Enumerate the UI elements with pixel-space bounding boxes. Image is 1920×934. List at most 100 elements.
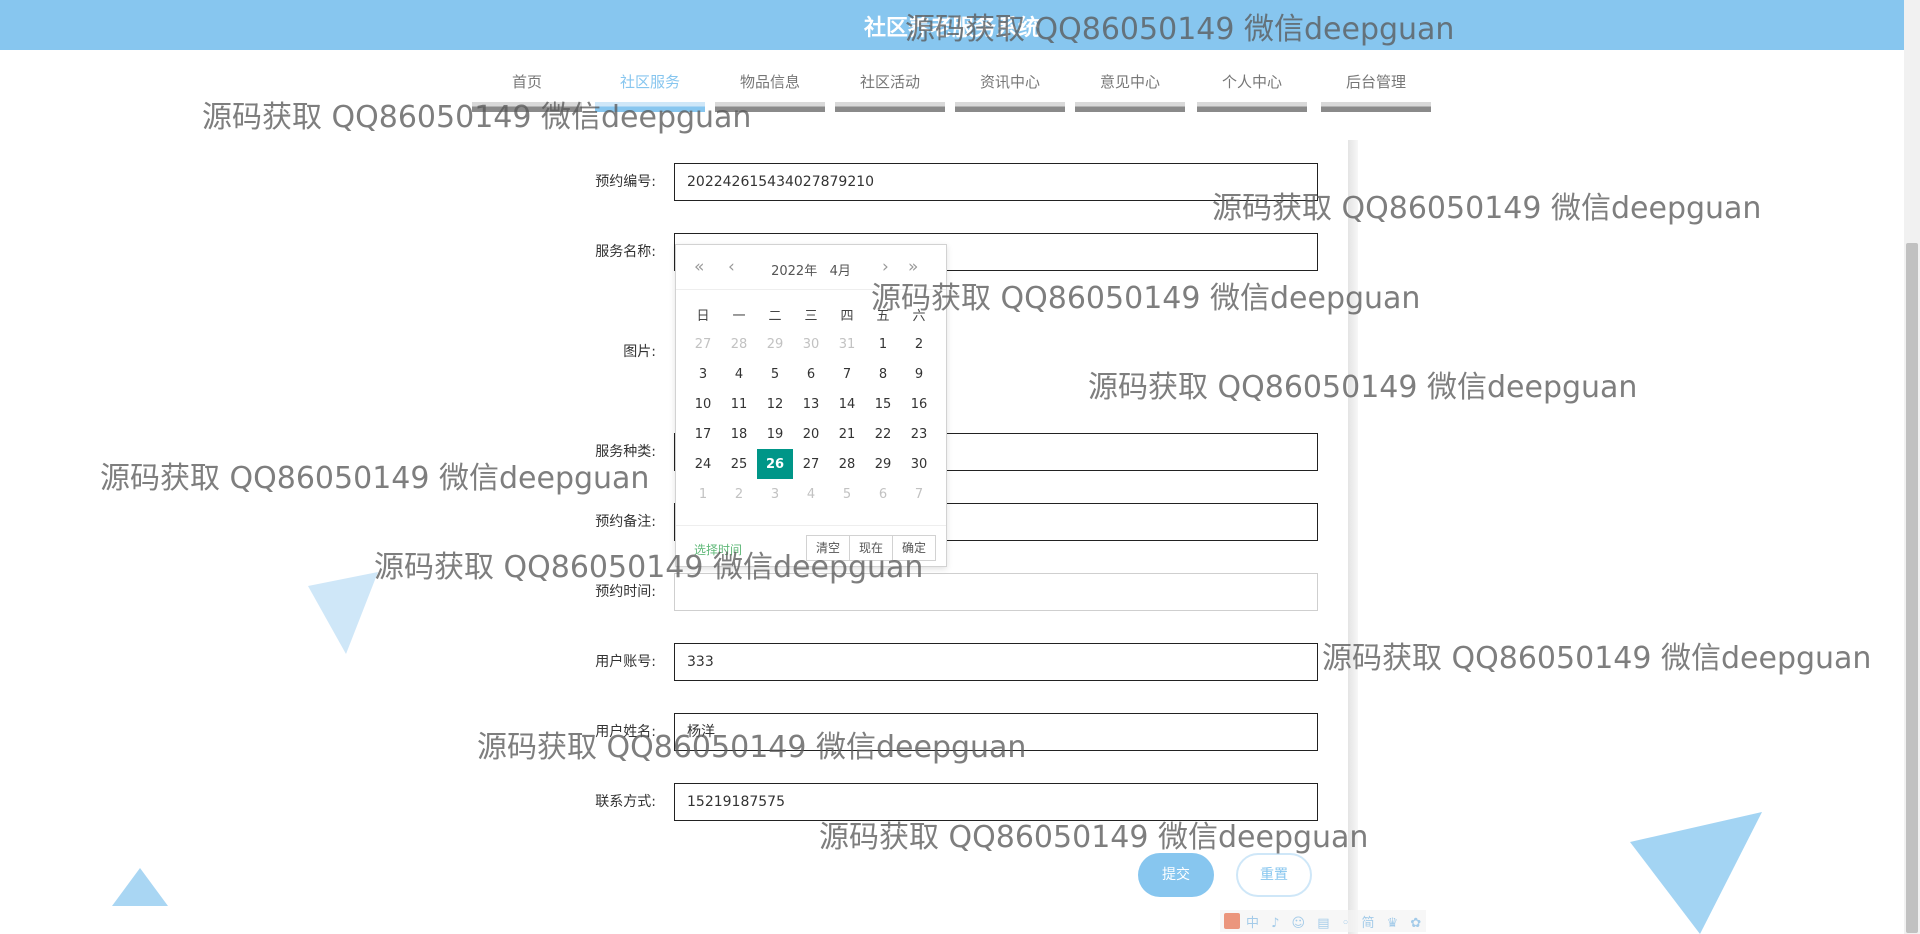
decorative-triangle — [1630, 812, 1762, 934]
booking-time-input[interactable] — [674, 573, 1318, 611]
day-cell[interactable]: 2 — [721, 479, 757, 509]
submit-button[interactable]: 提交 — [1138, 853, 1214, 897]
date-picker-footer: 选择时间 清空 现在 确定 — [676, 525, 946, 568]
day-cell[interactable]: 7 — [901, 479, 937, 509]
booking-note-label: 预约备注: — [595, 514, 656, 530]
ime-logo-icon — [1224, 913, 1240, 929]
decorative-triangle — [112, 868, 168, 906]
day-cell[interactable]: 30 — [901, 449, 937, 479]
day-cell[interactable]: 4 — [721, 359, 757, 389]
nav-item-community-service[interactable]: 社区服务 — [595, 62, 705, 112]
select-time-link[interactable]: 选择时间 — [694, 541, 742, 558]
nav-item-feedback-center[interactable]: 意见中心 — [1075, 62, 1185, 112]
booking-time-label: 预约时间: — [595, 584, 656, 600]
calendar-week-row: 3 4 5 6 7 8 9 — [685, 359, 937, 389]
calendar-weekday-row: 日 一 二 三 四 五 六 — [685, 299, 937, 329]
booking-no-input[interactable]: 202242615434027879210 — [674, 163, 1318, 201]
nav-label: 社区活动 — [859, 73, 920, 91]
day-cell[interactable]: 23 — [901, 419, 937, 449]
watermark-text: 源码获取 QQ86050149 微信deepguan — [871, 281, 1421, 316]
day-cell[interactable]: 6 — [865, 479, 901, 509]
day-cell[interactable]: 8 — [865, 359, 901, 389]
day-cell[interactable]: 5 — [757, 359, 793, 389]
day-cell[interactable]: 21 — [829, 419, 865, 449]
nav-label: 意见中心 — [1099, 73, 1160, 91]
day-cell[interactable]: 27 — [793, 449, 829, 479]
day-cell[interactable]: 28 — [829, 449, 865, 479]
day-cell-selected[interactable]: 26 — [757, 449, 793, 479]
day-cell[interactable]: 29 — [865, 449, 901, 479]
day-cell[interactable]: 30 — [793, 329, 829, 359]
day-cell[interactable]: 31 — [829, 329, 865, 359]
nav-item-personal-center[interactable]: 个人中心 — [1197, 62, 1307, 112]
calendar-week-row: 1 2 3 4 5 6 7 — [685, 479, 937, 509]
ime-toolbar-icons: 中 ♪ ☺ ▤ ◦ 简 ♛ ✿ — [1246, 916, 1426, 931]
day-cell[interactable]: 5 — [829, 479, 865, 509]
day-cell[interactable]: 19 — [757, 419, 793, 449]
calendar-week-row: 17 18 19 20 21 22 23 — [685, 419, 937, 449]
nav-underline — [955, 102, 1065, 112]
nav-underline — [1321, 102, 1431, 112]
day-cell[interactable]: 12 — [757, 389, 793, 419]
calendar-week-row: 24 25 26 27 28 29 30 — [685, 449, 937, 479]
day-cell[interactable]: 28 — [721, 329, 757, 359]
nav-item-admin[interactable]: 后台管理 — [1321, 62, 1431, 112]
day-cell[interactable]: 16 — [901, 389, 937, 419]
day-cell[interactable]: 6 — [793, 359, 829, 389]
next-year-icon[interactable]: » — [908, 257, 918, 277]
user-name-input[interactable]: 杨洋 — [674, 713, 1318, 751]
day-cell[interactable]: 27 — [685, 329, 721, 359]
nav-item-home[interactable]: 首页 — [472, 62, 582, 112]
weekday-cell: 三 — [804, 308, 818, 324]
day-cell[interactable]: 1 — [865, 329, 901, 359]
date-picker-popup: « ‹ 2022年 4月 › » 日 一 二 三 四 五 六 27 28 29 … — [675, 244, 947, 567]
reset-button[interactable]: 重置 — [1236, 853, 1312, 897]
day-cell[interactable]: 15 — [865, 389, 901, 419]
day-cell[interactable]: 9 — [901, 359, 937, 389]
next-month-icon[interactable]: › — [882, 257, 889, 277]
day-cell[interactable]: 20 — [793, 419, 829, 449]
day-cell[interactable]: 3 — [685, 359, 721, 389]
calendar-week-row: 27 28 29 30 31 1 2 — [685, 329, 937, 359]
nav-underline — [472, 102, 582, 112]
nav-item-goods-info[interactable]: 物品信息 — [715, 62, 825, 112]
date-picker-month[interactable]: 4月 — [830, 264, 851, 279]
day-cell[interactable]: 29 — [757, 329, 793, 359]
weekday-cell: 四 — [840, 308, 854, 324]
nav-underline — [835, 102, 945, 112]
nav-label: 资讯中心 — [979, 73, 1040, 91]
weekday-cell: 日 — [696, 308, 710, 324]
day-cell[interactable]: 22 — [865, 419, 901, 449]
day-cell[interactable]: 2 — [901, 329, 937, 359]
contact-input[interactable]: 15219187575 — [674, 783, 1318, 821]
nav-item-news-center[interactable]: 资讯中心 — [955, 62, 1065, 112]
ime-toolbar[interactable]: 中 ♪ ☺ ▤ ◦ 简 ♛ ✿ — [1220, 910, 1426, 932]
day-cell[interactable]: 25 — [721, 449, 757, 479]
day-cell[interactable]: 11 — [721, 389, 757, 419]
day-cell[interactable]: 4 — [793, 479, 829, 509]
day-cell[interactable]: 18 — [721, 419, 757, 449]
user-name-label: 用户姓名: — [595, 724, 656, 740]
day-cell[interactable]: 1 — [685, 479, 721, 509]
weekday-cell: 五 — [876, 308, 890, 324]
nav-item-community-activity[interactable]: 社区活动 — [835, 62, 945, 112]
scrollbar-thumb[interactable] — [1906, 243, 1918, 933]
user-account-label: 用户账号: — [595, 654, 656, 670]
confirm-button[interactable]: 确定 — [891, 535, 936, 561]
image-label: 图片: — [623, 344, 656, 360]
date-picker-year[interactable]: 2022年 — [771, 264, 817, 279]
nav-label: 首页 — [511, 73, 542, 91]
day-cell[interactable]: 24 — [685, 449, 721, 479]
day-cell[interactable]: 3 — [757, 479, 793, 509]
user-account-input[interactable]: 333 — [674, 643, 1318, 681]
day-cell[interactable]: 13 — [793, 389, 829, 419]
clear-button[interactable]: 清空 — [805, 535, 850, 561]
now-button[interactable]: 现在 — [848, 535, 893, 561]
main-navigation: 首页 社区服务 物品信息 社区活动 资讯中心 意见中心 个人中心 后台管理 — [0, 62, 1904, 114]
nav-label: 物品信息 — [739, 73, 800, 91]
day-cell[interactable]: 10 — [685, 389, 721, 419]
day-cell[interactable]: 14 — [829, 389, 865, 419]
day-cell[interactable]: 7 — [829, 359, 865, 389]
weekday-cell: 二 — [768, 308, 782, 324]
day-cell[interactable]: 17 — [685, 419, 721, 449]
